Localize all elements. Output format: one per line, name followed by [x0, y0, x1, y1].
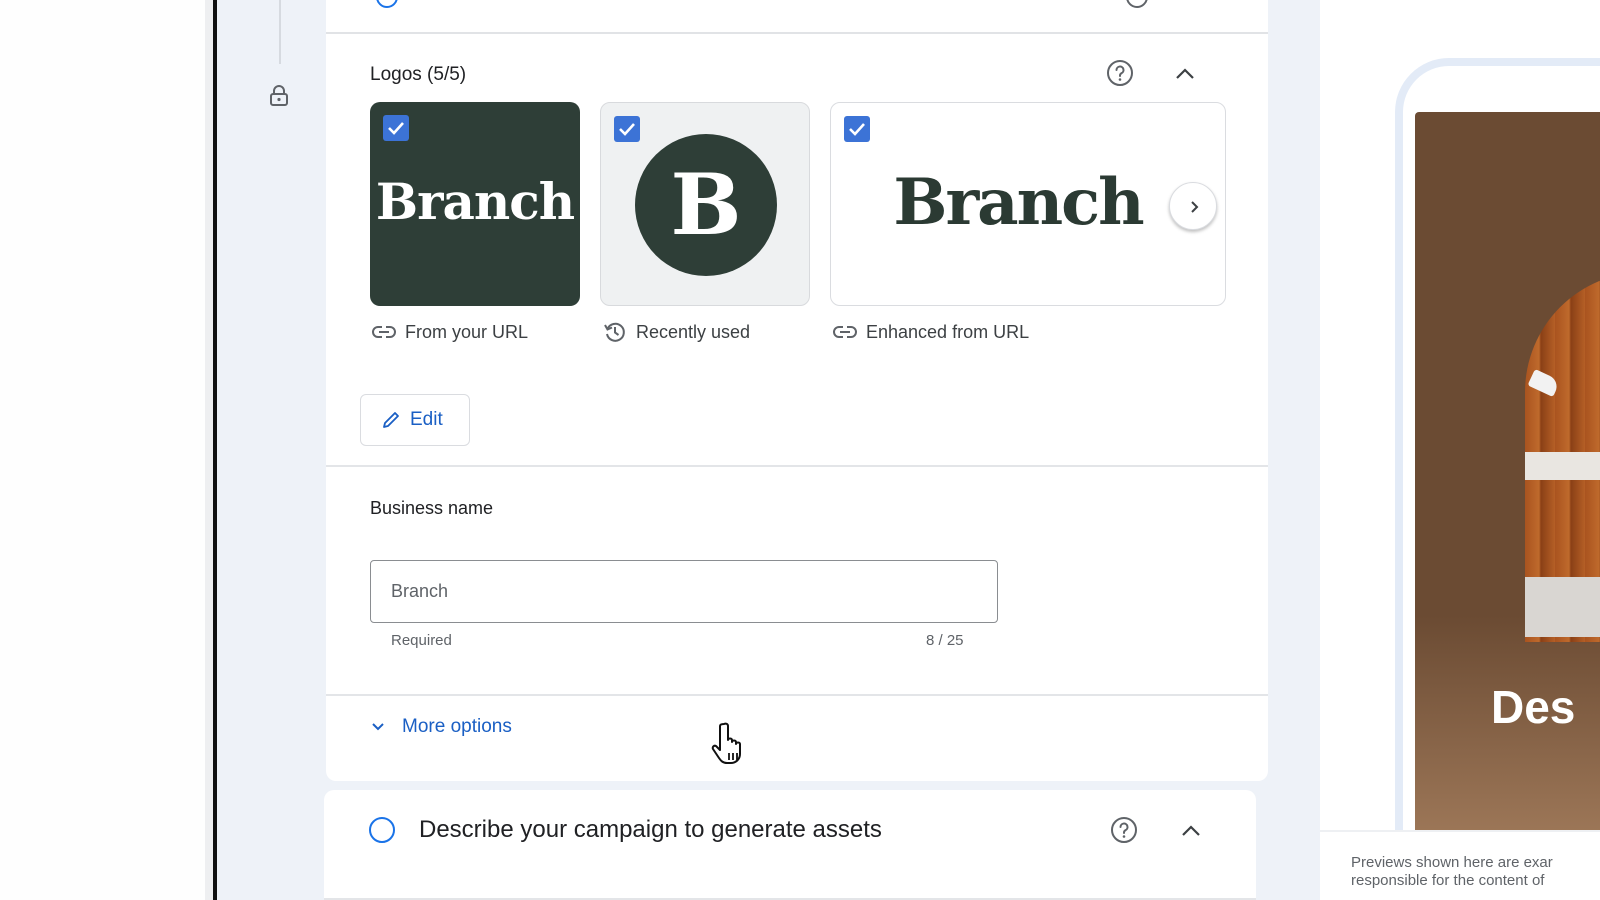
section-divider [326, 694, 1268, 696]
screen: Logos (5/5) Branch B Branch From your UR… [0, 0, 1600, 900]
previous-section-card [326, 0, 1268, 34]
campaign-editor-canvas: Logos (5/5) Branch B Branch From your UR… [217, 0, 1347, 900]
chevron-right-icon [1191, 201, 1199, 213]
business-name-input[interactable] [370, 560, 998, 623]
logo-tile-wordmark-light[interactable]: Branch [830, 102, 1226, 306]
help-circle-icon[interactable] [1106, 59, 1134, 87]
more-options-toggle[interactable]: More options [370, 716, 512, 738]
step-status-icon [376, 0, 398, 8]
checkmark-icon [619, 123, 635, 136]
lock-icon [270, 85, 288, 106]
character-counter: 8 / 25 [926, 632, 964, 649]
link-icon [372, 326, 396, 338]
help-circle-icon[interactable] [1126, 0, 1148, 8]
checkmark-icon [849, 123, 865, 136]
checkmark-icon [388, 122, 404, 135]
section-divider [326, 465, 1268, 467]
disclaimer-line: responsible for the content of [1351, 872, 1545, 889]
logo-source-label: Recently used [603, 319, 750, 345]
logos-section-title: Logos (5/5) [370, 64, 467, 85]
history-icon [604, 322, 625, 342]
more-options-label: More options [402, 716, 512, 737]
pencil-icon [383, 412, 399, 428]
source-text: From your URL [405, 321, 529, 342]
step-title: Describe your campaign to generate asset… [419, 816, 882, 843]
empty-circle-icon [369, 817, 395, 843]
logo-checkbox[interactable] [383, 115, 409, 141]
outside-area [0, 0, 205, 900]
disclaimer-line: Previews shown here are exar [1351, 854, 1553, 871]
hand-pointer-cursor-icon [711, 722, 741, 764]
progress-rail [279, 0, 281, 64]
preview-disclaimer: Previews shown here are exar responsible… [1351, 854, 1600, 890]
chevron-up-icon[interactable] [1178, 818, 1204, 844]
preview-footer: Previews shown here are exar responsible… [1320, 830, 1600, 900]
window-gap [205, 0, 213, 900]
describe-campaign-card: Describe your campaign to generate asset… [324, 790, 1256, 900]
ad-preview-image: Des [1415, 112, 1600, 832]
source-text: Enhanced from URL [866, 321, 1030, 342]
ad-preview-panel: Des Previews shown here are exar respons… [1320, 0, 1600, 900]
floor-shape [1525, 577, 1600, 637]
logo-checkbox[interactable] [844, 116, 870, 142]
logo-wordmark: Branch [375, 172, 575, 231]
source-text: Recently used [636, 321, 751, 342]
logo-source-label: Enhanced from URL [833, 319, 1029, 345]
preview-headline: Des [1491, 681, 1576, 733]
carousel-next-button[interactable] [1169, 182, 1217, 230]
logo-wordmark: Branch [893, 165, 1144, 240]
business-name-label: Business name [370, 498, 494, 518]
logo-monogram: B [635, 134, 777, 276]
desk-shape [1525, 452, 1600, 480]
edit-logos-button[interactable]: Edit [360, 394, 470, 446]
help-circle-icon[interactable] [1110, 816, 1138, 844]
asset-card: Logos (5/5) Branch B Branch From your UR… [326, 34, 1268, 781]
link-icon [833, 326, 857, 338]
logo-tile-monogram[interactable]: B [600, 102, 810, 306]
logo-tile-wordmark-dark[interactable]: Branch [370, 102, 580, 306]
business-name-helper: Required [391, 632, 452, 649]
logo-checkbox[interactable] [614, 116, 640, 142]
edit-label: Edit [410, 409, 443, 430]
chevron-up-icon[interactable] [1172, 61, 1198, 87]
chevron-down-icon [372, 723, 384, 731]
logo-source-label: From your URL [372, 319, 528, 345]
